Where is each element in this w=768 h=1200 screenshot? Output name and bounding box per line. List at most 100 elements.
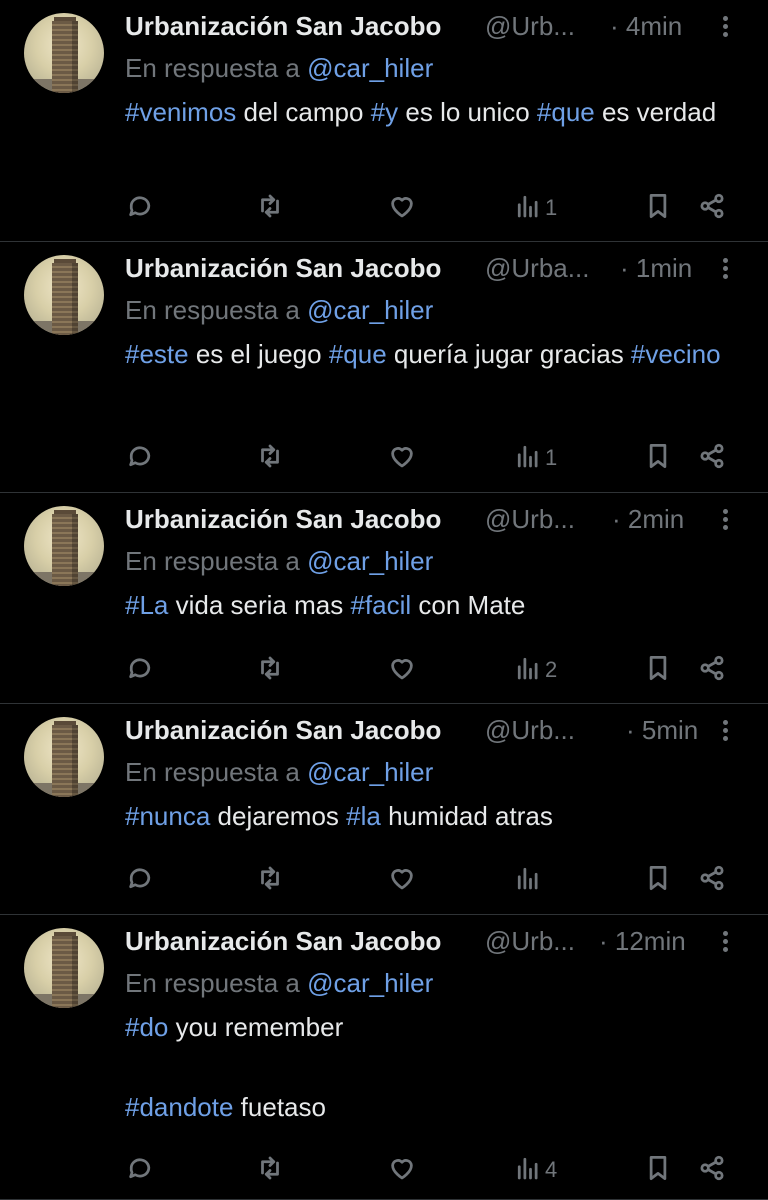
like-button[interactable] <box>387 862 417 898</box>
hashtag-link[interactable]: #y <box>371 97 398 127</box>
more-icon[interactable] <box>717 718 735 744</box>
hashtag-link[interactable]: #vecino <box>631 339 721 369</box>
more-icon[interactable] <box>717 929 735 955</box>
reply-text: #nunca dejaremos #la humidad atras <box>125 796 735 836</box>
reply-item[interactable]: Urbanización San Jacobo @Urb... · 2min E… <box>0 493 768 704</box>
hashtag-link[interactable]: #dandote <box>125 1092 233 1122</box>
reply-item[interactable]: Urbanización San Jacobo @Urb... · 4min E… <box>0 0 768 242</box>
hashtag-link[interactable]: #facil <box>350 590 411 620</box>
retweet-icon <box>255 863 285 898</box>
reply-text: #venimos del campo #y es lo unico #que e… <box>125 92 735 132</box>
reply-mention-link[interactable]: @car_hiler <box>307 968 433 998</box>
avatar[interactable] <box>24 717 104 797</box>
more-icon[interactable] <box>717 256 735 282</box>
reply-item[interactable]: Urbanización San Jacobo @Urba... · 1min … <box>0 242 768 493</box>
author-handle[interactable]: @Urb... <box>485 714 575 746</box>
reply-button[interactable] <box>125 190 155 226</box>
reply-feed: Urbanización San Jacobo @Urb... · 4min E… <box>0 0 768 1200</box>
views-button[interactable]: 1 <box>513 190 557 226</box>
reply-context: En respuesta a @car_hiler <box>125 52 735 84</box>
hashtag-link[interactable]: #venimos <box>125 97 236 127</box>
bookmark-button[interactable] <box>643 652 673 688</box>
retweet-button[interactable] <box>255 652 285 688</box>
author-name[interactable]: Urbanización San Jacobo <box>125 925 441 957</box>
timestamp[interactable]: · 12min <box>599 925 686 957</box>
like-button[interactable] <box>387 190 417 226</box>
share-icon <box>697 653 727 688</box>
share-button[interactable] <box>697 440 727 476</box>
reply-button[interactable] <box>125 440 155 476</box>
author-handle[interactable]: @Urb... <box>485 10 575 42</box>
views-count: 1 <box>545 445 558 470</box>
share-button[interactable] <box>697 1152 727 1188</box>
author-handle[interactable]: @Urb... <box>485 925 575 957</box>
views-button[interactable]: 4 <box>513 1152 557 1188</box>
share-button[interactable] <box>697 862 727 898</box>
reply-header: Urbanización San Jacobo @Urb... · 12min <box>125 923 735 959</box>
hashtag-link[interactable]: #La <box>125 590 168 620</box>
hashtag-link[interactable]: #que <box>329 339 387 369</box>
author-name[interactable]: Urbanización San Jacobo <box>125 503 441 535</box>
reply-icon <box>125 191 155 226</box>
timestamp[interactable]: · 5min <box>626 714 698 746</box>
like-icon <box>387 863 417 898</box>
author-name[interactable]: Urbanización San Jacobo <box>125 252 441 284</box>
author-name[interactable]: Urbanización San Jacobo <box>125 714 441 746</box>
avatar[interactable] <box>24 13 104 93</box>
like-button[interactable] <box>387 440 417 476</box>
avatar[interactable] <box>24 928 104 1008</box>
retweet-button[interactable] <box>255 1152 285 1188</box>
reply-button[interactable] <box>125 652 155 688</box>
bookmark-button[interactable] <box>643 190 673 226</box>
share-button[interactable] <box>697 652 727 688</box>
reply-item[interactable]: Urbanización San Jacobo @Urb... · 5min E… <box>0 704 768 915</box>
author-name[interactable]: Urbanización San Jacobo <box>125 10 441 42</box>
bookmark-icon <box>643 653 673 688</box>
reply-button[interactable] <box>125 862 155 898</box>
hashtag-link[interactable]: #este <box>125 339 189 369</box>
views-button[interactable]: 1 <box>513 440 557 476</box>
bookmark-icon <box>643 1153 673 1188</box>
retweet-button[interactable] <box>255 190 285 226</box>
reply-mention-link[interactable]: @car_hiler <box>307 757 433 787</box>
reply-item[interactable]: Urbanización San Jacobo @Urb... · 12min … <box>0 915 768 1200</box>
views-button[interactable]: 2 <box>513 652 557 688</box>
reply-mention-link[interactable]: @car_hiler <box>307 546 433 576</box>
share-icon <box>697 1153 727 1188</box>
hashtag-link[interactable]: #la <box>346 801 381 831</box>
views-count: 2 <box>545 657 558 682</box>
avatar[interactable] <box>24 506 104 586</box>
views-icon <box>513 653 543 688</box>
hashtag-link[interactable]: #nunca <box>125 801 210 831</box>
avatar[interactable] <box>24 255 104 335</box>
share-button[interactable] <box>697 190 727 226</box>
bookmark-button[interactable] <box>643 862 673 898</box>
timestamp[interactable]: · 1min <box>620 252 692 284</box>
reply-mention-link[interactable]: @car_hiler <box>307 295 433 325</box>
more-icon[interactable] <box>717 14 735 40</box>
retweet-icon <box>255 441 285 476</box>
like-icon <box>387 191 417 226</box>
hashtag-link[interactable]: #do <box>125 1012 168 1042</box>
timestamp[interactable]: · 4min <box>610 10 682 42</box>
author-handle[interactable]: @Urba... <box>485 252 589 284</box>
reply-mention-link[interactable]: @car_hiler <box>307 53 433 83</box>
reply-content: Urbanización San Jacobo @Urba... · 1min … <box>125 250 735 374</box>
action-bar: 1 <box>125 440 745 476</box>
timestamp[interactable]: · 2min <box>612 503 684 535</box>
hashtag-link[interactable]: #que <box>537 97 595 127</box>
bookmark-icon <box>643 191 673 226</box>
author-handle[interactable]: @Urb... <box>485 503 575 535</box>
like-button[interactable] <box>387 652 417 688</box>
views-button[interactable] <box>513 862 545 898</box>
reply-prefix: En respuesta a <box>125 968 300 998</box>
reply-icon <box>125 863 155 898</box>
retweet-button[interactable] <box>255 862 285 898</box>
views-icon <box>513 863 543 898</box>
bookmark-button[interactable] <box>643 1152 673 1188</box>
retweet-button[interactable] <box>255 440 285 476</box>
reply-button[interactable] <box>125 1152 155 1188</box>
like-button[interactable] <box>387 1152 417 1188</box>
more-icon[interactable] <box>717 507 735 533</box>
bookmark-button[interactable] <box>643 440 673 476</box>
